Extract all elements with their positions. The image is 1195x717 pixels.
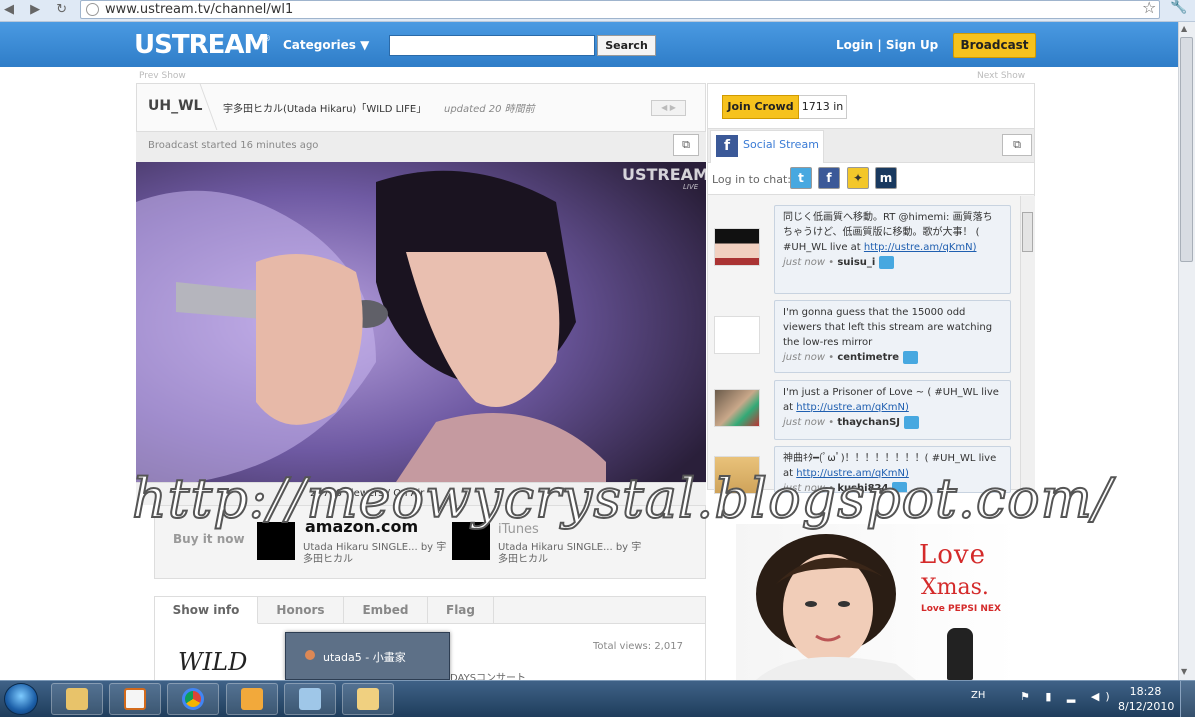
page-scrollbar-thumb[interactable]: [1180, 37, 1193, 262]
message-link[interactable]: http://ustre.am/qKmN): [864, 242, 977, 253]
product-link[interactable]: Utada Hikaru SINGLE... by 宇多田ヒカル: [498, 542, 648, 566]
broadcast-started-text: Broadcast started 16 minutes ago: [148, 140, 319, 151]
show-nav-arrows[interactable]: ◀ ▶: [651, 100, 686, 116]
address-bar[interactable]: www.ustream.tv/channel/wl1: [80, 0, 1160, 19]
popout-icon[interactable]: ⧉: [673, 134, 699, 156]
paint-icon: [357, 688, 379, 710]
avatar[interactable]: [714, 316, 760, 354]
video-watermark: USTREAM: [622, 165, 709, 184]
twitter-icon: [879, 255, 895, 269]
broadcast-button[interactable]: Broadcast: [953, 33, 1036, 58]
chat-scrollbar-thumb[interactable]: [1022, 212, 1033, 252]
login-to-chat-label: Log in to chat:: [712, 173, 791, 186]
message-time: just now: [783, 417, 826, 428]
join-crowd-button[interactable]: Join Crowd: [722, 95, 799, 119]
buy-it-now-label: Buy it now: [173, 532, 245, 546]
registered-mark: ®: [263, 34, 271, 43]
message-time: just now: [783, 257, 826, 268]
crowd-count: 1713 in: [799, 95, 847, 119]
list-item: 同じく低画質へ移動。RT @himemi: 画質落ちちゃうけど、低画質版に移動。…: [774, 205, 1011, 294]
message-time: just now: [783, 352, 826, 363]
ad-bottle-image: [947, 628, 973, 680]
media-player-icon: [124, 688, 146, 710]
ad-love-text: Love: [919, 540, 986, 570]
message-user[interactable]: thaychanSJ: [837, 417, 900, 428]
channel-title: 宇多田ヒカル(Utada Hikaru)「WILD LIFE」: [223, 104, 427, 115]
video-live-label: LIVE: [683, 183, 699, 191]
tab-bar-filler: [494, 597, 705, 624]
video-player[interactable]: [136, 162, 706, 482]
scroll-down-icon[interactable]: ▼: [1181, 667, 1187, 676]
start-button[interactable]: [4, 683, 38, 715]
url-text: www.ustream.tv/channel/wl1: [105, 2, 294, 17]
browser-nav-buttons[interactable]: ◀ ▶ ↻: [4, 2, 73, 17]
updated-time: updated 20 時間前: [444, 104, 535, 115]
total-views: Total views: 2,017: [593, 641, 683, 652]
tab-honors[interactable]: Honors: [258, 597, 344, 624]
list-item: I'm gonna guess that the 15000 odd viewe…: [774, 300, 1011, 373]
search-input[interactable]: [389, 35, 595, 56]
login-signup-link[interactable]: Login | Sign Up: [836, 38, 938, 52]
app-icon: [241, 688, 263, 710]
chrome-icon: [182, 688, 204, 710]
message-user[interactable]: suisu_i: [837, 257, 875, 268]
avatar[interactable]: [714, 228, 760, 266]
tab-flag[interactable]: Flag: [428, 597, 494, 624]
notepad-icon: [299, 688, 321, 710]
aim-icon[interactable]: ✦: [847, 167, 869, 189]
popout-icon[interactable]: ⧉: [1002, 134, 1032, 156]
scroll-up-icon[interactable]: ▲: [1181, 24, 1187, 33]
next-show-link[interactable]: Next Show: [977, 71, 1025, 81]
prev-show-link[interactable]: Prev Show: [139, 71, 186, 81]
show-desktop-button[interactable]: [1180, 681, 1195, 717]
paint-icon: [305, 650, 315, 660]
clock-date: 8/12/2010: [1118, 700, 1175, 713]
folder-icon: [66, 688, 88, 710]
video-frame: [136, 162, 706, 482]
message-text: I'm gonna guess that the 15000 odd viewe…: [783, 307, 993, 348]
wrench-icon[interactable]: 🔧: [1170, 0, 1187, 15]
taskbar-preview-label[interactable]: utada5 - 小畫家: [323, 649, 406, 665]
categories-menu[interactable]: Categories ▼: [283, 38, 369, 52]
tray-icons[interactable]: ⚑ ▮ ▂ ◀): [1020, 690, 1116, 703]
message-user[interactable]: centimetre: [837, 352, 899, 363]
tab-show-info[interactable]: Show info: [155, 597, 258, 624]
ustream-logo[interactable]: USTREAM: [134, 30, 269, 60]
language-indicator[interactable]: ZH: [971, 690, 985, 701]
social-stream-icon: f: [716, 135, 738, 157]
globe-icon: [86, 3, 99, 16]
twitter-icon[interactable]: t: [790, 167, 812, 189]
list-item: I'm just a Prisoner of Love ~ ( #UH_WL l…: [774, 380, 1011, 440]
blog-watermark: http://meowycrystal.blogspot.com/: [131, 466, 1113, 531]
myspace-icon[interactable]: m: [875, 167, 897, 189]
facebook-icon[interactable]: f: [818, 167, 840, 189]
ad-pepsi-text: Love PEPSI NEX: [921, 604, 1001, 614]
bookmark-star-icon[interactable]: ☆: [1142, 0, 1156, 17]
avatar[interactable]: [714, 389, 760, 427]
social-stream-label[interactable]: Social Stream: [743, 138, 819, 151]
tab-embed[interactable]: Embed: [344, 597, 428, 624]
message-link[interactable]: http://ustre.am/qKmN): [796, 402, 909, 413]
clock-time: 18:28: [1129, 685, 1162, 698]
twitter-icon: [904, 415, 920, 429]
twitter-icon: [903, 350, 919, 364]
system-clock[interactable]: 18:28 8/12/2010: [1118, 684, 1175, 714]
product-link[interactable]: Utada Hikaru SINGLE... by 宇多田ヒカル: [303, 542, 453, 566]
ad-xmas-text: Xmas.: [921, 575, 989, 600]
search-button[interactable]: Search: [597, 35, 656, 56]
wild-logo: WILD: [178, 648, 248, 676]
